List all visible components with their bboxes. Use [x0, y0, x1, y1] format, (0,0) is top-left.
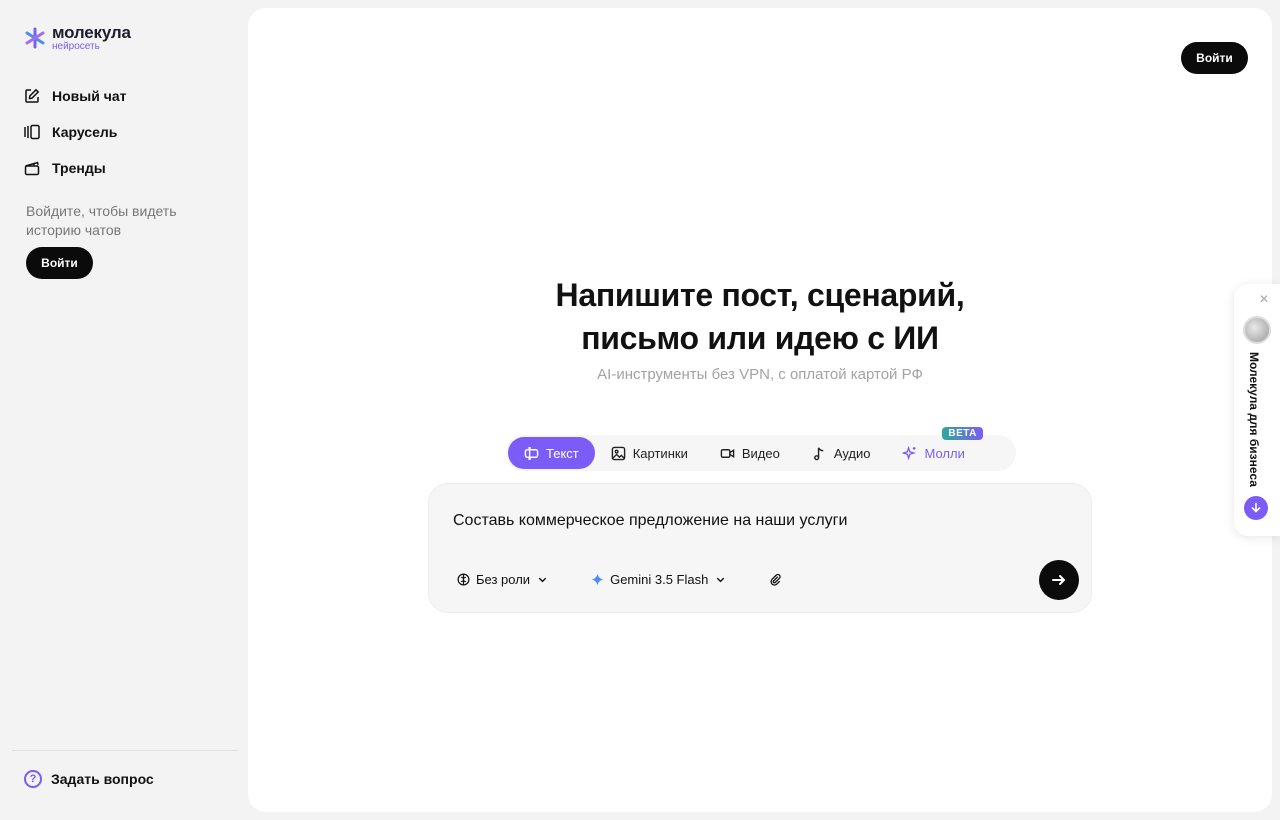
page-subtitle: AI-инструменты без VPN, с оплатой картой…: [597, 366, 923, 383]
sidebar-item-new-chat[interactable]: Новый чат: [24, 78, 127, 114]
sidebar: молекула нейросеть Новый чат Карусель Тр…: [0, 0, 248, 820]
title-line-1: Напишите пост, сценарий,: [555, 277, 965, 313]
login-hint: Войдите, чтобы видеть историю чатов: [26, 203, 177, 238]
tab-audio[interactable]: Аудио: [796, 437, 887, 469]
prompt-input[interactable]: Составь коммерческое предложение на наши…: [453, 512, 847, 530]
role-icon: [457, 573, 470, 586]
model-label: Gemini 3.5 Flash: [610, 572, 709, 587]
logo[interactable]: молекула нейросеть: [24, 24, 131, 52]
beta-badge: BETA: [942, 427, 983, 440]
tab-text[interactable]: Текст: [508, 437, 595, 469]
clapperboard-icon: [24, 161, 40, 176]
attach-button[interactable]: [769, 573, 782, 586]
gemini-icon: [591, 573, 604, 586]
sidebar-item-carousel[interactable]: Карусель: [24, 114, 127, 150]
sidebar-divider: [12, 750, 238, 751]
chevron-down-icon: [538, 577, 547, 583]
help-label: Задать вопрос: [51, 771, 154, 787]
tab-label: Видео: [741, 445, 780, 461]
prompt-composer: Составь коммерческое предложение на наши…: [428, 483, 1092, 613]
main-panel: Войти Напишите пост, сценарий, письмо ил…: [248, 8, 1272, 812]
sidebar-login-button[interactable]: Войти: [26, 247, 93, 279]
business-widget-label: Молекула для бизнеса: [1247, 352, 1261, 487]
text-icon: [524, 446, 539, 460]
sidebar-nav: Новый чат Карусель Тренды: [24, 78, 127, 186]
logo-subtitle: нейросеть: [52, 41, 100, 52]
title-line-2: письмо или идею с ИИ: [581, 320, 939, 356]
send-button[interactable]: [1039, 560, 1079, 600]
video-icon: [720, 448, 735, 458]
arrow-right-icon: [1052, 575, 1066, 585]
role-select[interactable]: Без роли: [457, 572, 549, 587]
arrow-down-icon[interactable]: [1244, 496, 1268, 520]
tab-label: Текст: [546, 445, 579, 461]
composer-toolbar: Без роли Gemini 3.5 Flash: [457, 572, 824, 587]
edit-icon: [25, 88, 40, 103]
chevron-down-icon: [717, 577, 725, 583]
widget-avatar: [1243, 316, 1271, 344]
image-icon: [611, 446, 626, 460]
model-select[interactable]: Gemini 3.5 Flash: [591, 572, 727, 587]
logo-icon: [25, 27, 45, 49]
sidebar-item-label: Новый чат: [52, 88, 127, 104]
mode-tabs: Текст Картинки Видео Аудио Молли BETA: [506, 427, 1016, 471]
sparkle-icon: [902, 445, 917, 460]
ask-question-button[interactable]: ? Задать вопрос: [24, 770, 154, 788]
tab-images[interactable]: Картинки: [595, 437, 704, 469]
tab-label: Картинки: [632, 445, 688, 461]
music-icon: [813, 447, 824, 460]
role-label: Без роли: [476, 572, 531, 587]
tab-molly[interactable]: Молли BETA: [886, 427, 983, 469]
page-title: Напишите пост, сценарий, письмо или идею…: [248, 274, 1272, 360]
sidebar-item-label: Тренды: [52, 160, 106, 176]
tab-label: Молли: [924, 445, 965, 461]
business-widget[interactable]: ✕ Молекула для бизнеса: [1234, 284, 1280, 536]
question-icon: ?: [24, 770, 42, 788]
logo-name: молекула: [52, 23, 131, 42]
tab-video[interactable]: Видео: [704, 437, 796, 469]
header-login-button[interactable]: Войти: [1181, 42, 1248, 74]
paperclip-icon: [770, 573, 781, 586]
sidebar-item-trends[interactable]: Тренды: [24, 150, 127, 186]
carousel-icon: [24, 124, 40, 140]
close-icon[interactable]: ✕: [1257, 292, 1271, 306]
tab-label: Аудио: [833, 445, 871, 461]
sidebar-item-label: Карусель: [52, 124, 118, 140]
